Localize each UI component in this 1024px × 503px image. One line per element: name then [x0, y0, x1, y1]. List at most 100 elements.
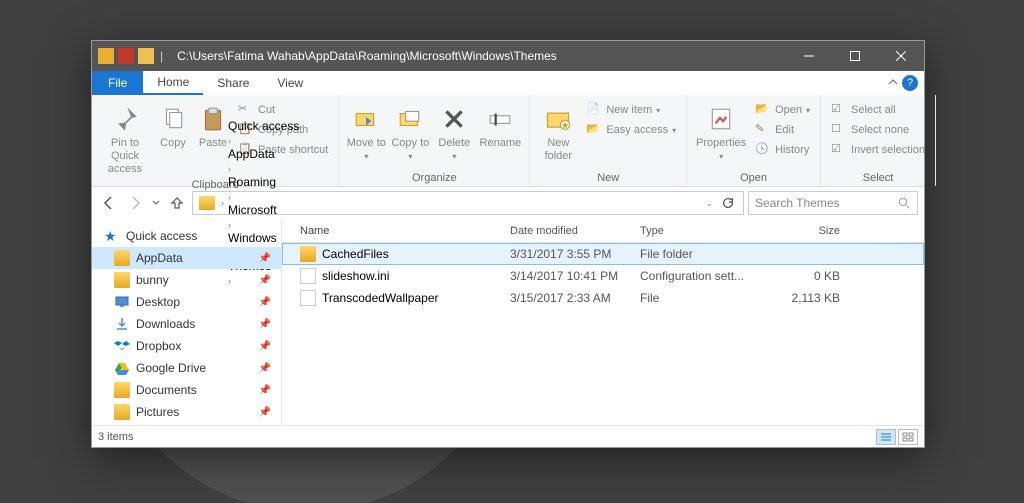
status-bar: 3 items	[92, 425, 924, 447]
star-icon	[104, 228, 120, 244]
select-none-button[interactable]: ☐Select none	[827, 121, 929, 139]
titlebar[interactable]: | C:\Users\Fatima Wahab\AppData\Roaming\…	[92, 41, 924, 71]
history-button[interactable]: 🕓History	[751, 141, 814, 159]
share-tab[interactable]: Share	[203, 71, 263, 95]
folder-icon	[114, 404, 130, 420]
pin-quick-access-button[interactable]: Pin to Quick access	[98, 99, 152, 177]
breadcrumb-microsoft[interactable]: Microsoft	[226, 203, 301, 217]
file-icon	[300, 268, 316, 284]
col-type[interactable]: Type	[640, 225, 760, 237]
content-area: Quick access AppData📌bunny📌Desktop📌Downl…	[92, 219, 924, 425]
chevron-right-icon[interactable]: ›	[219, 198, 226, 208]
group-label: New	[536, 170, 680, 184]
qat-icon[interactable]	[118, 48, 134, 64]
dropdown-icon[interactable]: ⌄	[703, 198, 715, 209]
file-row[interactable]: slideshow.ini3/14/2017 10:41 PMConfigura…	[282, 265, 924, 287]
copy-to-button[interactable]: Copy to▾	[389, 99, 431, 162]
breadcrumb-appdata[interactable]: AppData	[226, 147, 301, 161]
new-folder-button[interactable]: ★ New folder	[536, 99, 580, 163]
edit-button[interactable]: ✎Edit	[751, 121, 814, 139]
group-label: Select	[827, 170, 929, 184]
pin-icon: 📌	[259, 253, 281, 264]
search-icon	[898, 197, 911, 210]
file-row[interactable]: CachedFiles3/31/2017 3:55 PMFile folder	[282, 243, 924, 265]
recent-button[interactable]	[150, 192, 162, 214]
nav-item-downloads[interactable]: Downloads📌	[92, 313, 281, 335]
nav-item-dropbox[interactable]: Dropbox📌	[92, 335, 281, 357]
refresh-button[interactable]	[715, 196, 741, 210]
item-count: 3 items	[98, 431, 133, 443]
chevron-right-icon[interactable]: ›	[226, 192, 233, 202]
nav-item-appdata[interactable]: AppData📌	[92, 247, 281, 269]
address-bar[interactable]: › Quick access›AppData›Roaming›Microsoft…	[192, 191, 744, 215]
group-label: Open	[693, 170, 814, 184]
delete-button[interactable]: Delete▾	[433, 99, 475, 162]
col-date[interactable]: Date modified	[510, 225, 640, 237]
pin-icon: 📌	[259, 297, 281, 308]
col-size[interactable]: Size	[760, 225, 840, 237]
rename-button[interactable]: Rename	[477, 99, 523, 150]
search-placeholder: Search Themes	[755, 196, 898, 210]
cut-button[interactable]: ✂Cut	[234, 101, 332, 119]
chevron-right-icon[interactable]: ›	[226, 164, 233, 174]
nav-item-google-drive[interactable]: Google Drive📌	[92, 357, 281, 379]
properties-button[interactable]: Properties▾	[693, 99, 749, 162]
invert-icon: ☑	[831, 142, 847, 158]
pin-icon: 📌	[259, 363, 281, 374]
quick-access-header[interactable]: Quick access	[92, 225, 281, 247]
nav-item-pictures[interactable]: Pictures📌	[92, 401, 281, 423]
explorer-window: | C:\Users\Fatima Wahab\AppData\Roaming\…	[91, 40, 925, 448]
pin-icon	[109, 103, 141, 135]
open-icon: 📂	[755, 102, 771, 118]
file-tab[interactable]: File	[92, 71, 143, 95]
folder-icon	[114, 382, 130, 398]
help-icon[interactable]: ?	[902, 75, 918, 91]
invert-selection-button[interactable]: ☑Invert selection	[827, 141, 929, 159]
back-button[interactable]	[98, 192, 120, 214]
qat-icon[interactable]	[138, 48, 154, 64]
file-list-pane: Name ⌃ Date modified Type Size CachedFil…	[282, 219, 924, 425]
new-item-button[interactable]: 📄New item ▾	[582, 101, 680, 119]
file-list[interactable]: CachedFiles3/31/2017 3:55 PMFile folders…	[282, 243, 924, 425]
pin-icon: 📌	[259, 319, 281, 330]
qat-divider: |	[158, 49, 163, 63]
delete-icon	[438, 103, 470, 135]
copy-icon	[157, 103, 189, 135]
maximize-button[interactable]	[832, 41, 878, 71]
breadcrumb-roaming[interactable]: Roaming	[226, 175, 301, 189]
move-to-button[interactable]: Move to▾	[345, 99, 387, 162]
view-tab[interactable]: View	[263, 71, 317, 95]
folder-icon	[114, 250, 130, 266]
search-input[interactable]: Search Themes	[748, 191, 918, 215]
nav-item-bunny[interactable]: bunny📌	[92, 269, 281, 291]
new-item-icon: 📄	[586, 102, 602, 118]
download-icon	[114, 316, 130, 332]
up-button[interactable]	[166, 192, 188, 214]
navigation-pane[interactable]: Quick access AppData📌bunny📌Desktop📌Downl…	[92, 219, 282, 425]
select-all-button[interactable]: ☑Select all	[827, 101, 929, 119]
folder-icon	[98, 48, 114, 64]
collapse-ribbon-icon[interactable]	[888, 78, 898, 88]
open-button[interactable]: 📂Open ▾	[751, 101, 814, 119]
close-button[interactable]	[878, 41, 924, 71]
col-name[interactable]: Name	[300, 225, 510, 237]
copy-button[interactable]: Copy	[154, 99, 192, 150]
thumbnails-view-button[interactable]	[898, 429, 918, 445]
properties-icon	[705, 103, 737, 135]
details-view-button[interactable]	[876, 429, 896, 445]
pin-icon: 📌	[259, 275, 281, 286]
pin-icon: 📌	[259, 407, 281, 418]
file-row[interactable]: TranscodedWallpaper3/15/2017 2:33 AMFile…	[282, 287, 924, 309]
minimize-button[interactable]	[786, 41, 832, 71]
qat-icons: |	[92, 48, 169, 64]
nav-item-desktop[interactable]: Desktop📌	[92, 291, 281, 313]
move-to-icon	[350, 103, 382, 135]
forward-button[interactable]	[124, 192, 146, 214]
breadcrumb-quick access[interactable]: Quick access	[226, 119, 301, 133]
nav-item-documents[interactable]: Documents📌	[92, 379, 281, 401]
home-tab[interactable]: Home	[143, 71, 203, 95]
pin-icon: 📌	[259, 341, 281, 352]
chevron-right-icon[interactable]: ›	[226, 136, 233, 146]
paste-icon	[197, 103, 229, 135]
easy-access-button[interactable]: 📂Easy access ▾	[582, 121, 680, 139]
